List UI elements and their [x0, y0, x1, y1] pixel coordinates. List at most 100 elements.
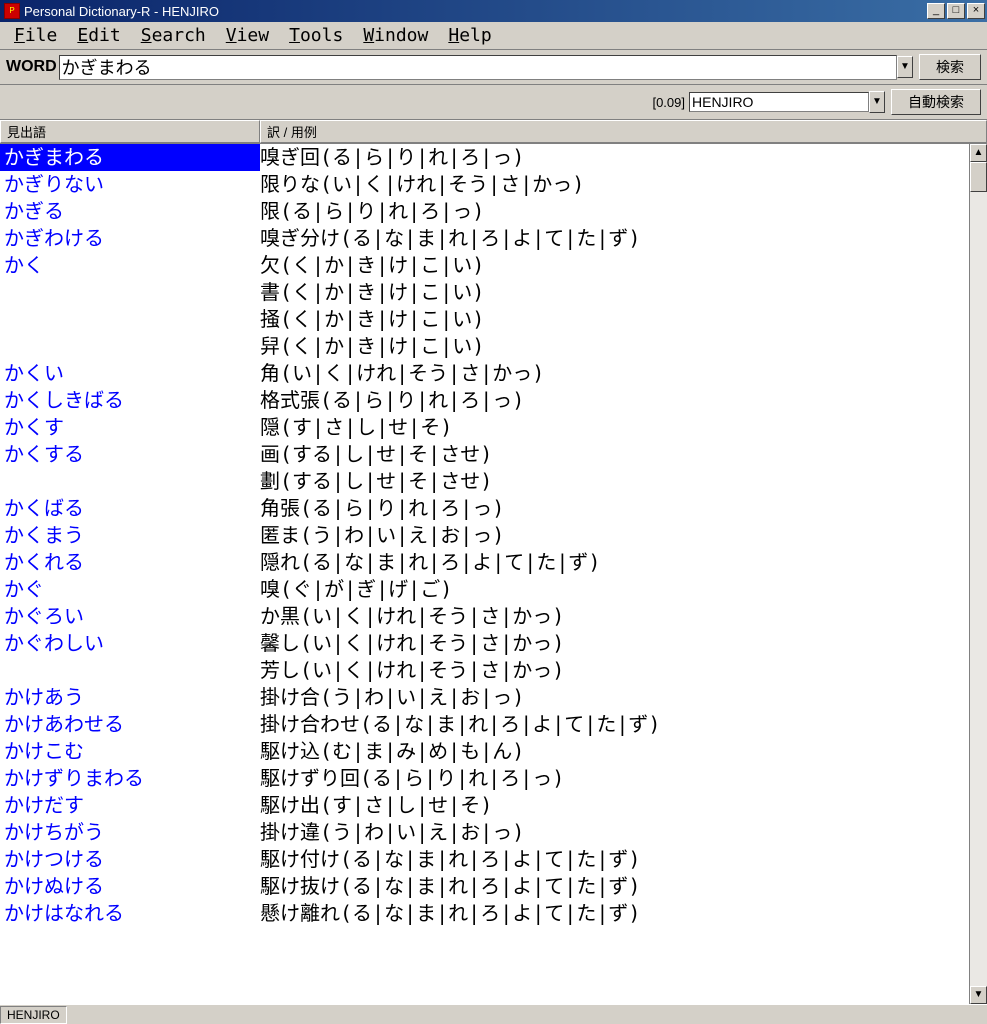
entry-word: かけぬける	[0, 873, 260, 900]
scroll-up-icon[interactable]: ▲	[970, 144, 987, 162]
menu-tools[interactable]: Tools	[279, 23, 353, 48]
menu-search[interactable]: Search	[131, 23, 216, 48]
entry-definition: 隠(す|さ|し|せ|そ)	[260, 414, 969, 441]
list-row[interactable]: かけぬける駆け抜け(る|な|ま|れ|ろ|よ|て|た|ず)	[0, 873, 969, 900]
list-row[interactable]: かくい角(い|く|けれ|そう|さ|かっ)	[0, 360, 969, 387]
menu-window[interactable]: Window	[353, 23, 438, 48]
status-dictionary: HENJIRO	[0, 1006, 67, 1024]
entry-definition: 掻(く|か|き|け|こ|い)	[260, 306, 969, 333]
list-row[interactable]: かくす隠(す|さ|し|せ|そ)	[0, 414, 969, 441]
entry-word: かけだす	[0, 792, 260, 819]
entry-definition: 嗅ぎ回(る|ら|り|れ|ろ|っ)	[260, 144, 969, 171]
entry-definition: 嗅ぎ分け(る|な|ま|れ|ろ|よ|て|た|ず)	[260, 225, 969, 252]
list-row[interactable]: かくまう匿ま(う|わ|い|え|お|っ)	[0, 522, 969, 549]
close-button[interactable]: ×	[967, 3, 985, 19]
entry-definition: 駆け出(す|さ|し|せ|そ)	[260, 792, 969, 819]
list-row[interactable]: かぐわしい馨し(い|く|けれ|そう|さ|かっ)	[0, 630, 969, 657]
list-row[interactable]: かぐろいか黒(い|く|けれ|そう|さ|かっ)	[0, 603, 969, 630]
entry-word: かく	[0, 252, 260, 279]
list-row[interactable]: かぎまわる嗅ぎ回(る|ら|り|れ|ろ|っ)	[0, 144, 969, 171]
search-button[interactable]: 検索	[919, 54, 981, 80]
dictionary-select[interactable]	[689, 92, 869, 112]
entry-word	[0, 306, 260, 333]
dictionary-dropdown-icon[interactable]: ▼	[869, 91, 885, 113]
menu-help[interactable]: Help	[438, 23, 501, 48]
list-row[interactable]: かくする画(する|し|せ|そ|させ)	[0, 441, 969, 468]
menu-view[interactable]: View	[216, 23, 279, 48]
maximize-button[interactable]: □	[947, 3, 965, 19]
list-row[interactable]: 舁(く|か|き|け|こ|い)	[0, 333, 969, 360]
entry-definition: 懸け離れ(る|な|ま|れ|ろ|よ|て|た|ず)	[260, 900, 969, 927]
entry-word: かくする	[0, 441, 260, 468]
content-area: かぎまわる嗅ぎ回(る|ら|り|れ|ろ|っ)かぎりない限りな(い|く|けれ|そう|…	[0, 144, 987, 1004]
list-row[interactable]: かけつける駆け付け(る|な|ま|れ|ろ|よ|て|た|ず)	[0, 846, 969, 873]
entry-word: かぎりない	[0, 171, 260, 198]
menubar: File Edit Search View Tools Window Help	[0, 22, 987, 50]
header-definition[interactable]: 訳 / 用例	[260, 120, 987, 143]
entry-word: かぎわける	[0, 225, 260, 252]
entry-definition: 画(する|し|せ|そ|させ)	[260, 441, 969, 468]
list-row[interactable]: かくしきばる格式張(る|ら|り|れ|ろ|っ)	[0, 387, 969, 414]
header-word[interactable]: 見出語	[0, 120, 260, 143]
entry-definition: 舁(く|か|き|け|こ|い)	[260, 333, 969, 360]
entry-word: かけはなれる	[0, 900, 260, 927]
scroll-track[interactable]	[970, 162, 987, 986]
entry-word: かけこむ	[0, 738, 260, 765]
entry-definition: 掛け合わせ(る|な|ま|れ|ろ|よ|て|た|ず)	[260, 711, 969, 738]
search-label: WORD	[6, 58, 57, 76]
entry-word: かくばる	[0, 495, 260, 522]
entry-definition: 角張(る|ら|り|れ|ろ|っ)	[260, 495, 969, 522]
entry-definition: 掛け合(う|わ|い|え|お|っ)	[260, 684, 969, 711]
list-row[interactable]: かけはなれる懸け離れ(る|な|ま|れ|ろ|よ|て|た|ず)	[0, 900, 969, 927]
entry-definition: 角(い|く|けれ|そう|さ|かっ)	[260, 360, 969, 387]
window-title: Personal Dictionary-R - HENJIRO	[24, 4, 927, 19]
list-row[interactable]: かくばる角張(る|ら|り|れ|ろ|っ)	[0, 495, 969, 522]
entry-word: かぐ	[0, 576, 260, 603]
list-row[interactable]: 掻(く|か|き|け|こ|い)	[0, 306, 969, 333]
entry-word	[0, 468, 260, 495]
entry-definition: 駆け抜け(る|な|ま|れ|ろ|よ|て|た|ず)	[260, 873, 969, 900]
sub-bar: [0.09] ▼ 自動検索	[0, 85, 987, 120]
entry-list[interactable]: かぎまわる嗅ぎ回(る|ら|り|れ|ろ|っ)かぎりない限りな(い|く|けれ|そう|…	[0, 144, 969, 1004]
list-row[interactable]: かぐ嗅(ぐ|が|ぎ|げ|ご)	[0, 576, 969, 603]
entry-word: かけあう	[0, 684, 260, 711]
list-row[interactable]: かけちがう掛け違(う|わ|い|え|お|っ)	[0, 819, 969, 846]
search-dropdown-icon[interactable]: ▼	[897, 56, 913, 78]
entry-definition: 匿ま(う|わ|い|え|お|っ)	[260, 522, 969, 549]
scroll-thumb[interactable]	[970, 162, 987, 192]
minimize-button[interactable]: _	[927, 3, 945, 19]
search-input[interactable]	[59, 55, 897, 80]
entry-word	[0, 657, 260, 684]
entry-word: かくれる	[0, 549, 260, 576]
scroll-down-icon[interactable]: ▼	[970, 986, 987, 1004]
list-row[interactable]: かく欠(く|か|き|け|こ|い)	[0, 252, 969, 279]
search-time: [0.09]	[652, 95, 685, 110]
list-row[interactable]: かぎりない限りな(い|く|けれ|そう|さ|かっ)	[0, 171, 969, 198]
menu-edit[interactable]: Edit	[67, 23, 130, 48]
entry-word: かけあわせる	[0, 711, 260, 738]
search-bar: WORD ▼ 検索	[0, 50, 987, 85]
entry-word: かけつける	[0, 846, 260, 873]
entry-definition: 馨し(い|く|けれ|そう|さ|かっ)	[260, 630, 969, 657]
app-icon: P	[4, 3, 20, 19]
list-row[interactable]: かぎわける嗅ぎ分け(る|な|ま|れ|ろ|よ|て|た|ず)	[0, 225, 969, 252]
entry-word: かくしきばる	[0, 387, 260, 414]
vertical-scrollbar[interactable]: ▲ ▼	[969, 144, 987, 1004]
list-row[interactable]: かくれる隠れ(る|な|ま|れ|ろ|よ|て|た|ず)	[0, 549, 969, 576]
entry-word: かくい	[0, 360, 260, 387]
entry-word: かぐわしい	[0, 630, 260, 657]
list-row[interactable]: かけだす駆け出(す|さ|し|せ|そ)	[0, 792, 969, 819]
list-row[interactable]: かけあう掛け合(う|わ|い|え|お|っ)	[0, 684, 969, 711]
entry-word	[0, 333, 260, 360]
list-row[interactable]: かけずりまわる駆けずり回(る|ら|り|れ|ろ|っ)	[0, 765, 969, 792]
list-row[interactable]: かぎる限(る|ら|り|れ|ろ|っ)	[0, 198, 969, 225]
list-row[interactable]: かけあわせる掛け合わせ(る|な|ま|れ|ろ|よ|て|た|ず)	[0, 711, 969, 738]
entry-definition: か黒(い|く|けれ|そう|さ|かっ)	[260, 603, 969, 630]
auto-search-button[interactable]: 自動検索	[891, 89, 981, 115]
list-row[interactable]: 書(く|か|き|け|こ|い)	[0, 279, 969, 306]
menu-file[interactable]: File	[4, 23, 67, 48]
list-row[interactable]: 劃(する|し|せ|そ|させ)	[0, 468, 969, 495]
list-row[interactable]: かけこむ駆け込(む|ま|み|め|も|ん)	[0, 738, 969, 765]
status-bar: HENJIRO	[0, 1004, 987, 1024]
list-row[interactable]: 芳し(い|く|けれ|そう|さ|かっ)	[0, 657, 969, 684]
